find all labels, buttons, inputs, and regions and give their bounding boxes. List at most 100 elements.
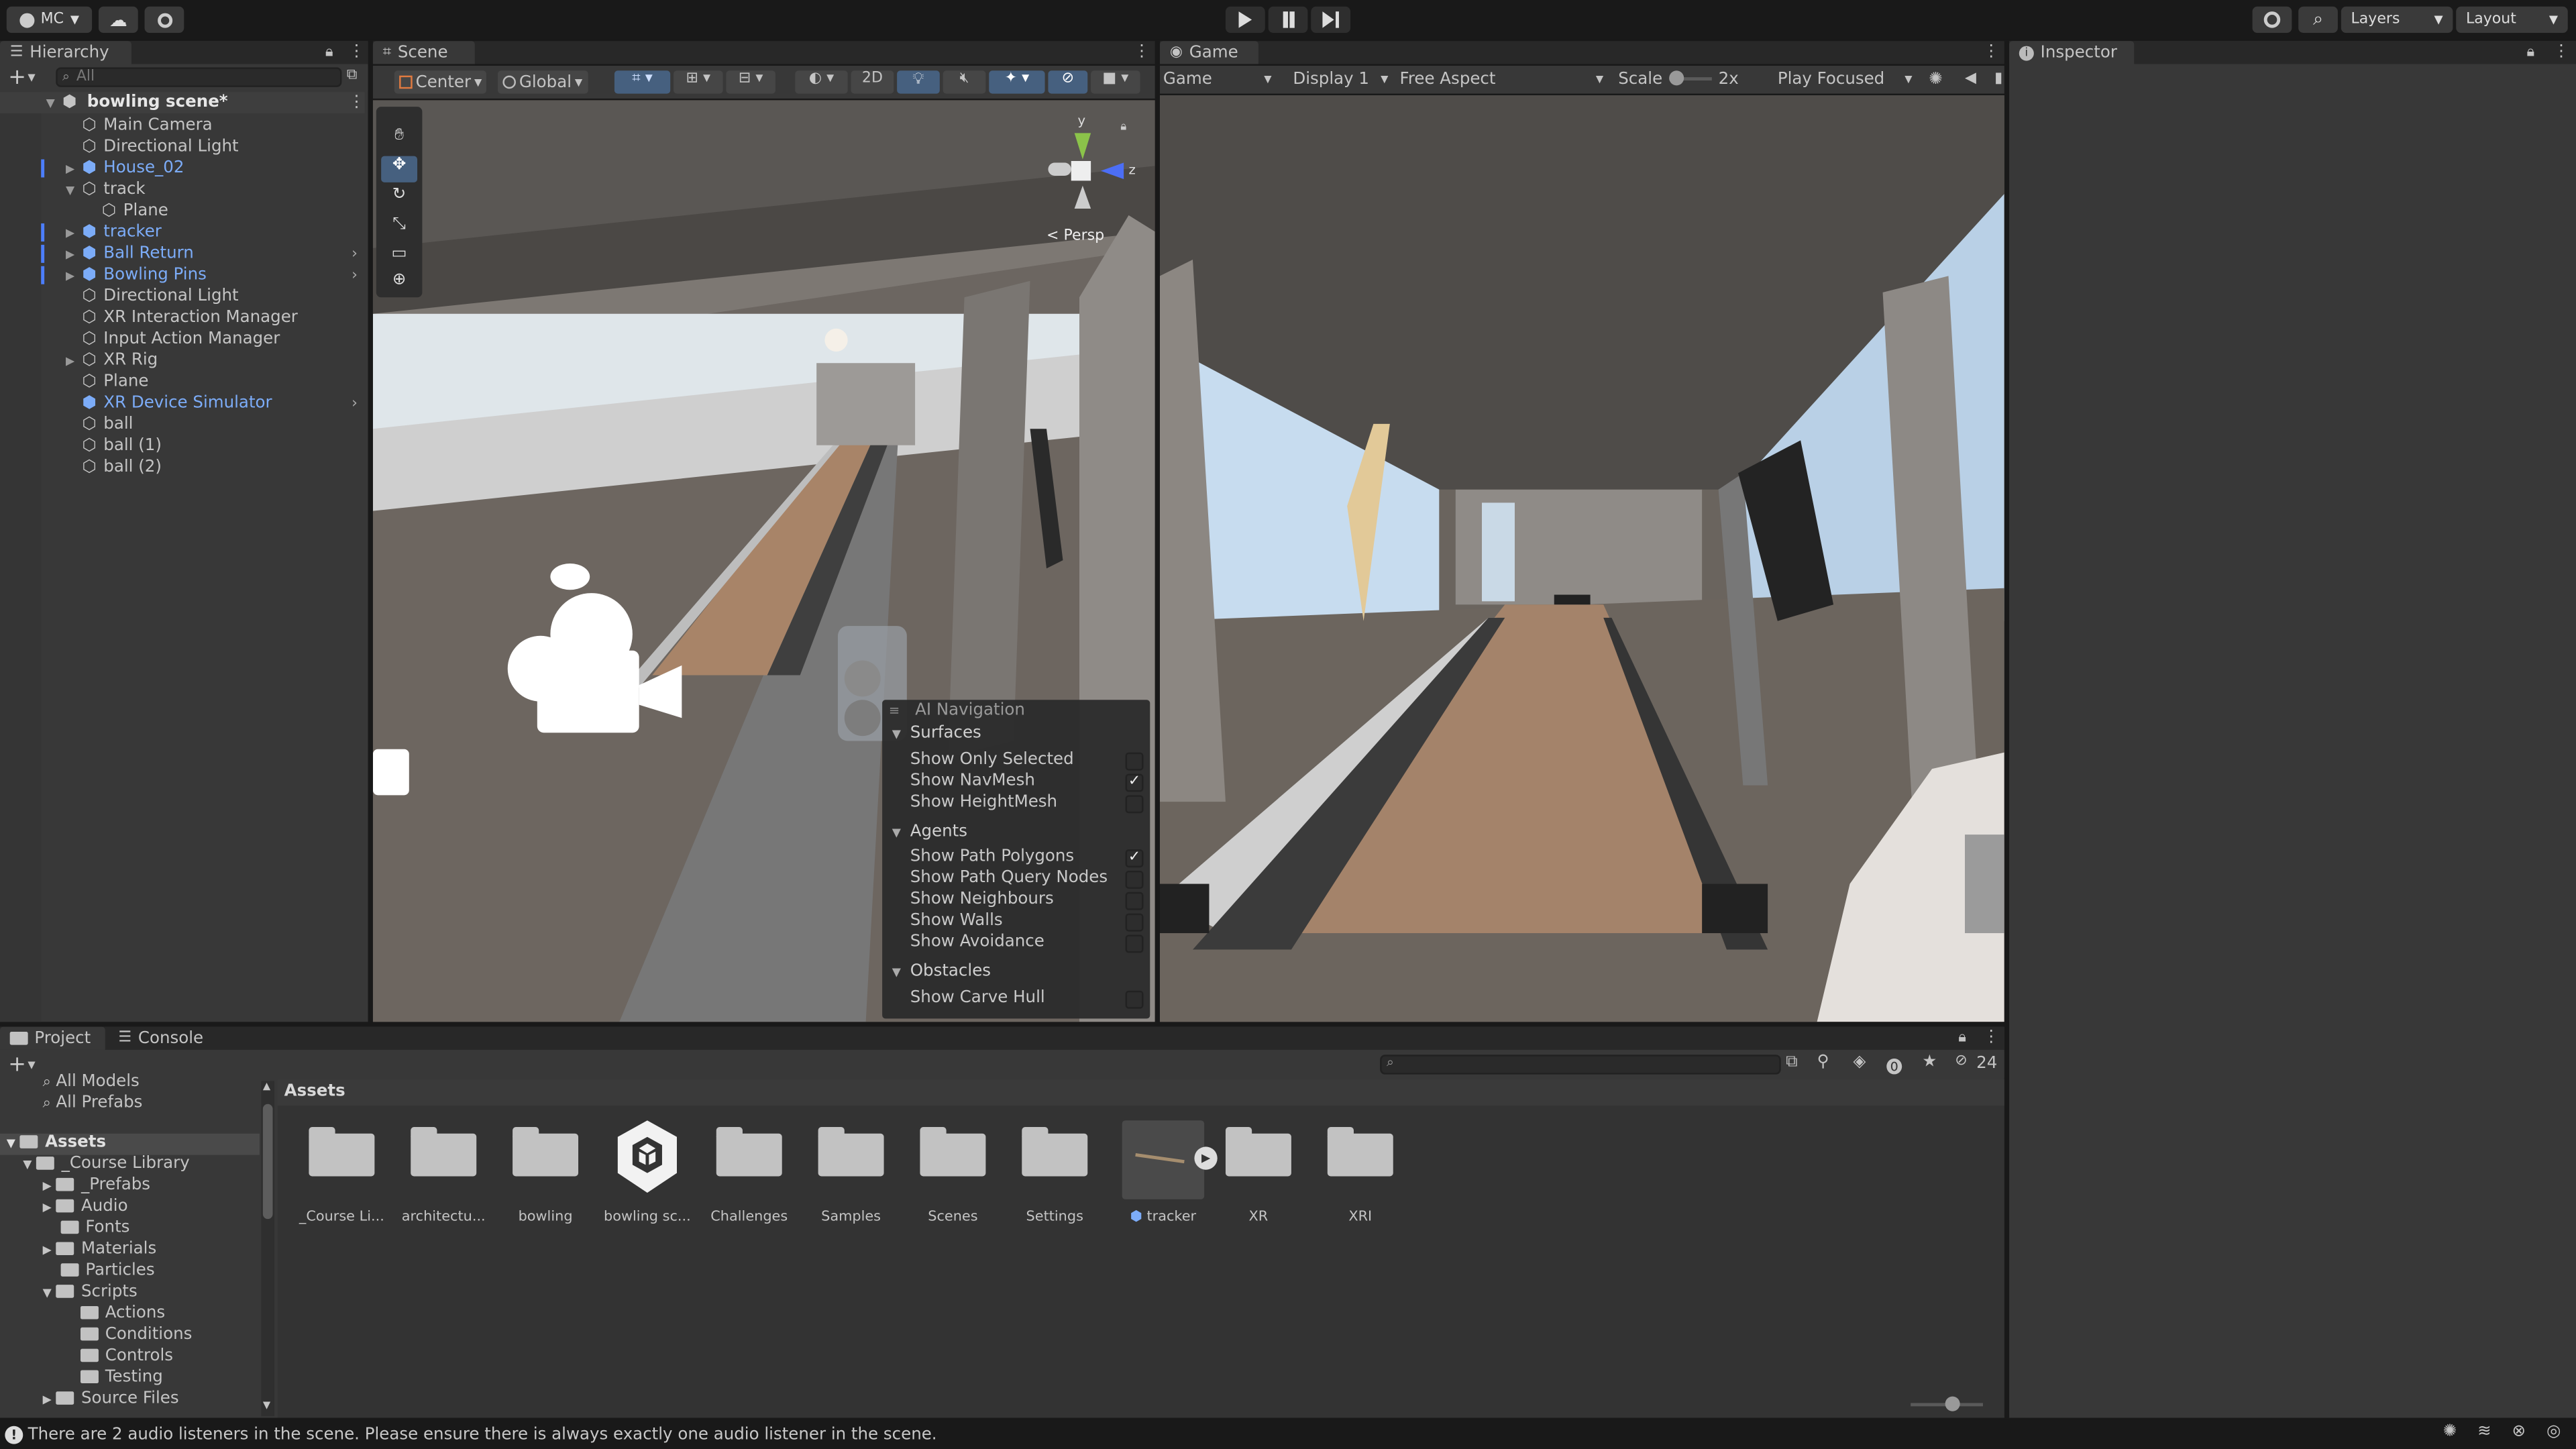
expand-arrow-icon[interactable]: ▼ [66,183,74,197]
hierarchy-item-ball-1[interactable]: ⬡ ball (1) [0,435,365,457]
cache-icon[interactable]: ≋ [2477,1423,2491,1441]
tree-item-scripts[interactable]: ▼ Scripts [43,1283,138,1301]
tree-item-course-library[interactable]: ▼ _Course Library [23,1155,189,1173]
hierarchy-item-directional-light-2[interactable]: ⬡ Directional Light [0,286,365,307]
grid-visibility-button[interactable]: ⊟ ▾ [726,70,775,94]
show-neighbours-checkbox[interactable] [1125,892,1144,910]
lock-icon[interactable]: 🔒︎ [1958,1030,1966,1046]
hierarchy-item-main-camera[interactable]: ⬡ Main Camera [0,115,365,136]
expand-arrow-icon[interactable]: ▶ [66,248,74,261]
hierarchy-item-input-action-manager[interactable]: ⬡ Input Action Manager [0,329,365,350]
expand-arrow-icon[interactable]: ▼ [7,1137,15,1150]
hierarchy-item-ball-return[interactable]: ▶ ⬢ Ball Return › [0,243,365,264]
play-mode-dropdown[interactable]: Play Focused ▼ [1778,67,1916,90]
hierarchy-item-track[interactable]: ▼ ⬡ track [0,179,365,201]
tab-hierarchy[interactable]: ☰ Hierarchy [0,41,131,64]
tree-item-testing[interactable]: Testing [80,1368,163,1387]
play-button[interactable] [1225,6,1265,33]
layout-dropdown[interactable]: Layout ▼ [2456,6,2568,33]
asset-bowling[interactable]: bowling [494,1124,596,1226]
tree-scrollbar[interactable]: ▲ ▼ [261,1081,274,1417]
surfaces-header[interactable]: Surfaces [910,724,981,743]
tab-game[interactable]: ◉ Game [1159,41,1258,64]
show-path-polygons-checkbox[interactable]: ✓ [1125,849,1144,868]
asset-settings[interactable]: Settings [1004,1124,1106,1226]
show-path-query-nodes-checkbox[interactable] [1125,870,1144,889]
scale-slider[interactable] [1669,70,1712,86]
project-search-input[interactable]: ⌕ [1380,1055,1781,1075]
asset-xri[interactable]: XRI [1309,1124,1411,1226]
rotate-tool-button[interactable]: ↻ [381,186,417,212]
account-dropdown[interactable]: MC ▼ [6,6,93,33]
hierarchy-item-xr-device-simulator[interactable]: ⬢ XR Device Simulator › [0,392,365,414]
expand-arrow-icon[interactable]: ▶ [43,1179,52,1193]
cloud-button[interactable]: ☁ [98,6,138,33]
hierarchy-item-xr-interaction-manager[interactable]: ⬡ XR Interaction Manager [0,307,365,329]
icon-size-slider-thumb[interactable] [1945,1396,1960,1411]
show-only-selected-checkbox[interactable] [1125,752,1144,771]
more-options-icon[interactable]: ⋮ [1134,43,1150,61]
asset-architecture[interactable]: architectu... [392,1124,494,1226]
effects-toggle[interactable]: ✦ ▾ [989,70,1045,94]
status-check-icon[interactable]: ◎ [2546,1423,2561,1441]
hierarchy-item-tracker[interactable]: ▶ ⬢ tracker [0,222,365,244]
display-dropdown[interactable]: Display 1 ▼ [1293,67,1391,90]
hand-tool-button[interactable]: ✋︎ [381,127,417,153]
hierarchy-item-ball-2[interactable]: ⬡ ball (2) [0,457,365,478]
hierarchy-item-xr-rig[interactable]: ▶ ⬡ XR Rig [0,350,365,372]
pivot-dropdown[interactable]: Center ▼ [394,70,487,94]
expand-arrow-icon[interactable]: ▼ [43,1287,52,1300]
mode-2d-button[interactable]: 2D [851,70,894,94]
game-view-dropdown[interactable]: Game ▼ [1163,67,1275,90]
scroll-up-icon[interactable]: ▲ [263,1081,270,1092]
transform-tool-button[interactable]: ⊕ [381,271,417,294]
more-options-icon[interactable]: ⋮ [2553,43,2569,61]
tab-console[interactable]: ☰ Console [109,1027,217,1050]
assets-breadcrumb[interactable]: Assets [284,1083,345,1101]
asset-challenges[interactable]: Challenges [698,1124,800,1226]
expand-arrow-icon[interactable]: ▶ [66,226,74,239]
asset-course-library[interactable]: _Course Li... [290,1124,392,1226]
lock-icon[interactable]: 🔒︎ [1120,120,1126,135]
hidden-objects-toggle[interactable]: ⊘ [1048,70,1088,94]
hidden-packages-icon[interactable]: ⊘ [1955,1053,1967,1069]
bug-icon[interactable]: ✺ [1929,67,1943,90]
tree-item-fonts[interactable]: Fonts [60,1219,129,1237]
aspect-dropdown[interactable]: Free Aspect ▼ [1400,67,1607,90]
expand-arrow-icon[interactable]: ▶ [43,1201,52,1214]
expand-arrow-icon[interactable]: ▶ [43,1393,52,1407]
tab-project[interactable]: Project [0,1026,105,1050]
stats-icon[interactable]: ▮ [1994,67,2002,90]
space-dropdown[interactable]: Global ▼ [498,70,588,94]
pause-button[interactable] [1268,6,1308,33]
tree-item-actions[interactable]: Actions [80,1305,165,1322]
move-tool-button[interactable]: ✥ [381,156,418,182]
more-options-icon[interactable]: ⋮ [348,94,364,112]
scene-root-row[interactable]: ▼ ⬢ bowling scene* ⋮ [0,92,365,113]
step-button[interactable] [1311,6,1351,33]
tab-inspector[interactable]: i Inspector [2009,41,2135,64]
expand-arrow-icon[interactable]: ▶ [66,162,74,175]
add-icon[interactable]: + [8,1053,26,1077]
lighting-toggle[interactable]: 💡︎ [897,70,940,94]
rect-tool-button[interactable]: ▭ [381,245,417,271]
asset-bowling-scene[interactable]: bowling sc... [596,1120,698,1226]
tab-scene[interactable]: ⌗ Scene [372,41,475,64]
hierarchy-item-directional-light[interactable]: ⬡ Directional Light [0,136,365,158]
add-icon[interactable]: + [8,66,26,91]
game-viewport[interactable] [1159,95,2004,1022]
tree-item-audio[interactable]: ▶ Audio [43,1197,128,1216]
orientation-gizmo[interactable]: y z 🔒︎ [1038,113,1147,228]
lock-icon[interactable]: 🔒︎ [325,44,333,60]
show-walls-checkbox[interactable] [1125,913,1144,932]
expand-arrow-icon[interactable]: ▼ [892,728,901,741]
search-button[interactable]: ⌕ [2298,6,2338,33]
debug-icon[interactable]: ✺ [2443,1423,2457,1441]
scrollbar-thumb[interactable] [262,1104,273,1220]
more-options-icon[interactable]: ⋮ [1983,1028,1999,1046]
expand-arrow-icon[interactable]: ▼ [23,1159,32,1172]
expand-arrow-icon[interactable]: ▼ [892,826,901,840]
obstacles-header[interactable]: Obstacles [910,963,991,981]
scale-slider-thumb[interactable] [1669,70,1684,86]
shading-mode-button[interactable]: ◐ ▾ [795,70,848,94]
